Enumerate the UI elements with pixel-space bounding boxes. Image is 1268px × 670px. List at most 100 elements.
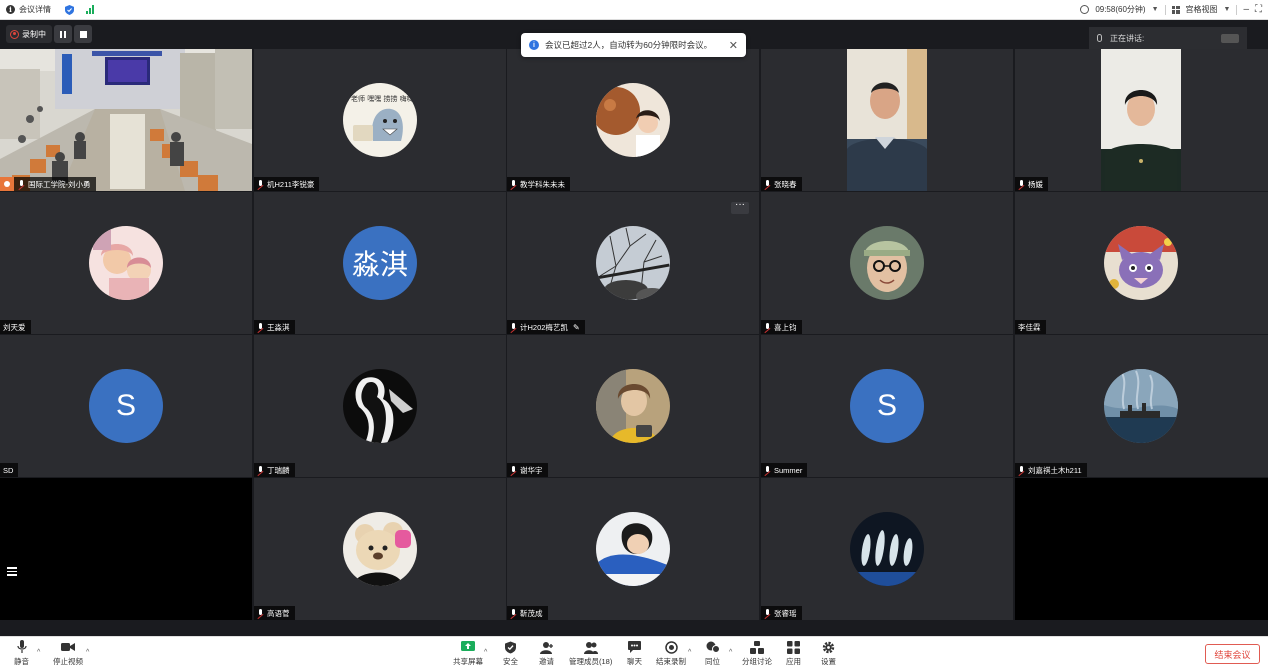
end-meeting-button[interactable]: 结束会议 (1205, 644, 1260, 664)
stop-video-label: 停止视频 (53, 657, 83, 666)
shield-icon (504, 640, 518, 654)
share-screen-label: 共享屏幕 (453, 657, 483, 666)
mic-off-icon (510, 465, 517, 475)
recording-indicator: 录制中 (6, 25, 52, 43)
participant-tile[interactable]: 丁瑞麟 (254, 335, 506, 477)
participant-tile[interactable]: 国际工学院-刘小勇 (0, 49, 252, 191)
chat-button[interactable]: 聊天 (627, 640, 642, 667)
pause-recording-button[interactable] (54, 25, 72, 43)
meeting-details-label[interactable]: 会议详情 (19, 4, 51, 15)
mic-off-icon (1018, 465, 1025, 475)
view-mode-label[interactable]: 宫格视图 (1186, 4, 1218, 15)
chevron-up-icon[interactable]: ^ (86, 649, 89, 656)
apps-button[interactable]: 应用 (786, 640, 801, 667)
info-icon: i (529, 40, 539, 50)
participant-name: SD (3, 465, 14, 475)
participant-name-tag: 张睿瑶 (761, 606, 802, 620)
chevron-up-icon[interactable]: ^ (729, 649, 732, 656)
record-icon (10, 29, 19, 39)
mic-off-icon (510, 608, 517, 618)
participant-video (847, 49, 927, 191)
mute-label: 静音 (14, 657, 29, 666)
avatar-initial: 淼淇 (351, 248, 408, 281)
recording-bar: 录制中 (6, 25, 92, 43)
signal-icon[interactable] (86, 5, 94, 14)
end-recording-button[interactable]: 结束录制 (656, 640, 686, 667)
participant-name-tag: 杨媛 (1015, 177, 1048, 191)
minimize-icon[interactable]: – (1243, 4, 1249, 15)
interpretation-icon (706, 640, 720, 654)
chevron-up-icon[interactable]: ^ (688, 649, 691, 656)
info-icon[interactable]: i (6, 5, 15, 14)
settings-label: 设置 (821, 657, 836, 666)
participant-tile[interactable]: 靳茂成 (507, 478, 759, 620)
participant-tile[interactable]: 喜上钧 (761, 192, 1013, 334)
chevron-down-icon[interactable]: ▼ (1152, 6, 1159, 13)
empty-grid-area (1015, 478, 1268, 620)
participant-name: Summer (774, 465, 803, 475)
participant-name-tag: Summer (761, 463, 808, 477)
apps-label: 应用 (786, 657, 801, 666)
participant-name: 王淼淇 (267, 322, 290, 332)
chevron-up-icon[interactable]: ^ (484, 649, 487, 656)
avatar (1104, 226, 1178, 300)
participant-name-tag: 靳茂成 (507, 606, 548, 620)
divider (1164, 4, 1166, 15)
participant-name-tag: 计H202梅艺凯 ✎ (507, 320, 585, 334)
breakout-rooms-label: 分组讨论 (742, 657, 772, 666)
mic-off-icon (257, 608, 264, 618)
camera-icon (1221, 33, 1239, 43)
participant-tile[interactable]: 张晓春 (761, 49, 1013, 191)
security-button[interactable]: 安全 (503, 640, 518, 667)
settings-button[interactable]: 设置 (821, 640, 836, 667)
shield-icon[interactable] (65, 4, 74, 15)
meeting-time[interactable]: 09:58(60分钟) (1095, 4, 1145, 15)
avatar (1104, 369, 1178, 443)
participant-name: 靳茂成 (520, 608, 543, 618)
fullscreen-icon[interactable]: ⛶ (1255, 4, 1262, 15)
svg-text:老师 嘿嘿 捞捞 嗨嗨: 老师 嘿嘿 捞捞 嗨嗨 (351, 94, 414, 103)
gear-icon (822, 640, 836, 654)
participant-tile[interactable]: 谢华宇 (507, 335, 759, 477)
record-icon (664, 640, 678, 654)
participant-tile[interactable]: 张睿瑶 (761, 478, 1013, 620)
participant-name-tag: 王淼淇 (254, 320, 295, 334)
avatar: S (850, 369, 924, 443)
stop-recording-button[interactable] (74, 25, 92, 43)
stop-video-button[interactable]: 停止视频 (53, 640, 83, 667)
interpretation-button[interactable]: 同位 (705, 640, 720, 667)
list-icon[interactable] (7, 567, 17, 577)
participant-name: 国际工学院-刘小勇 (28, 179, 91, 189)
share-screen-button[interactable]: 共享屏幕 (453, 640, 483, 667)
participant-tile[interactable]: 教学科朱未未 (507, 49, 759, 191)
mic-off-icon (257, 322, 264, 332)
stop-icon (79, 30, 87, 38)
participant-tile[interactable]: 高语菅 (254, 478, 506, 620)
avatar (343, 512, 417, 586)
participant-video (1101, 49, 1181, 191)
participant-tile[interactable]: 淼淇 王淼淇 (254, 192, 506, 334)
close-icon[interactable]: ✕ (729, 39, 738, 52)
participant-tile[interactable]: S Summer (761, 335, 1013, 477)
manage-members-button[interactable]: 管理成员(18) (569, 640, 612, 667)
more-options-button[interactable]: ··· (731, 200, 749, 214)
participant-name-tag: 丁瑞麟 (254, 463, 295, 477)
participant-tile[interactable]: 老师 嘿嘿 捞捞 嗨嗨 机H211李锐豪 (254, 49, 506, 191)
participant-tile[interactable]: 刘天爱 (0, 192, 252, 334)
participant-name: 丁瑞麟 (267, 465, 290, 475)
participant-tile[interactable]: 李佳霖 (1015, 192, 1268, 334)
chevron-down-icon[interactable]: ▼ (1224, 6, 1231, 13)
participant-tile[interactable]: 杨媛 (1015, 49, 1268, 191)
chevron-up-icon[interactable]: ^ (37, 649, 40, 656)
breakout-rooms-button[interactable]: 分组讨论 (742, 640, 772, 667)
participant-name-tag: SD (0, 463, 19, 477)
mute-button[interactable]: 静音 (14, 640, 29, 667)
participant-name-tag: 国际工学院-刘小勇 (0, 177, 96, 191)
participant-tile[interactable]: 刘嘉祺土木h211 (1015, 335, 1268, 477)
invite-button[interactable]: 邀请 (539, 640, 554, 667)
participant-tile[interactable]: S SD (0, 335, 252, 477)
participant-tile[interactable]: ··· 计H202梅艺凯 ✎ (507, 192, 759, 334)
participant-name: 喜上钧 (774, 322, 797, 332)
recording-label: 录制中 (22, 29, 46, 39)
pencil-icon: ✎ (572, 322, 580, 332)
